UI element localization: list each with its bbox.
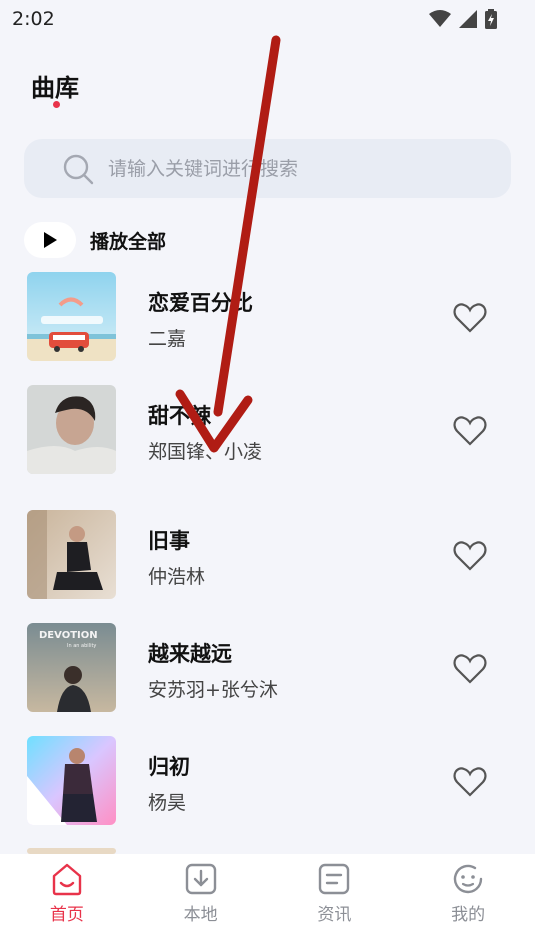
song-title: 旧事: [148, 529, 190, 553]
song-artist: 二嘉: [148, 328, 187, 350]
signal-icon: [459, 10, 477, 28]
song-item[interactable]: 甜不辣 郑国锋、小凌: [0, 383, 535, 475]
song-title: 甜不辣: [148, 404, 211, 428]
nav-home[interactable]: 首页: [0, 854, 134, 951]
heart-icon[interactable]: [453, 767, 487, 797]
nav-profile[interactable]: 我的: [401, 854, 535, 951]
heart-icon[interactable]: [453, 303, 487, 333]
song-title: 恋爱百分比: [148, 291, 253, 315]
heart-icon[interactable]: [453, 654, 487, 684]
heart-icon[interactable]: [453, 541, 487, 571]
title-indicator-dot: [53, 101, 60, 108]
song-item[interactable]: DEVOTION In an ability 越来越远 安苏羽+张兮沐: [0, 621, 535, 713]
song-item[interactable]: 归初 杨昊: [0, 734, 535, 826]
home-icon: [52, 863, 82, 896]
profile-icon: [453, 864, 483, 894]
nav-news[interactable]: 资讯: [268, 854, 402, 951]
song-title: 越来越远: [148, 642, 232, 666]
song-title: 归初: [148, 755, 190, 779]
nav-local[interactable]: 本地: [134, 854, 268, 951]
cover-text: DEVOTION: [39, 630, 98, 641]
download-icon: [185, 863, 216, 895]
song-item[interactable]: 恋爱百分比 二嘉: [0, 270, 535, 362]
play-all-button[interactable]: [24, 222, 76, 258]
page-title: 曲库: [31, 74, 79, 102]
song-artist: 杨昊: [148, 792, 187, 814]
heart-icon[interactable]: [453, 416, 487, 446]
album-cover: [27, 385, 116, 474]
search-input[interactable]: [108, 157, 468, 180]
wifi-icon: [429, 10, 451, 27]
status-bar: 2:02: [0, 0, 535, 38]
album-cover: [27, 510, 116, 599]
nav-label: 我的: [451, 905, 486, 925]
nav-label: 本地: [183, 905, 218, 925]
album-cover: DEVOTION In an ability: [27, 623, 116, 712]
song-item[interactable]: 旧事 仲浩林: [0, 508, 535, 600]
status-time: 2:02: [12, 8, 55, 30]
play-all-row[interactable]: 播放全部: [24, 222, 166, 258]
play-all-label: 播放全部: [90, 230, 167, 253]
play-icon: [44, 232, 57, 248]
nav-label: 首页: [49, 905, 84, 925]
song-artist: 安苏羽+张兮沐: [148, 679, 278, 701]
cover-subtext: In an ability: [67, 643, 96, 649]
album-cover: [27, 736, 116, 825]
search-bar[interactable]: [24, 139, 511, 198]
album-cover: [27, 272, 116, 361]
news-icon: [319, 863, 350, 895]
status-icons: [429, 9, 497, 29]
song-artist: 仲浩林: [148, 566, 206, 588]
song-artist: 郑国锋、小凌: [148, 441, 263, 463]
bottom-nav: 首页 本地 资讯 我的: [0, 854, 535, 951]
battery-icon: [485, 9, 497, 29]
search-icon: [63, 154, 94, 184]
nav-label: 资讯: [317, 905, 352, 925]
